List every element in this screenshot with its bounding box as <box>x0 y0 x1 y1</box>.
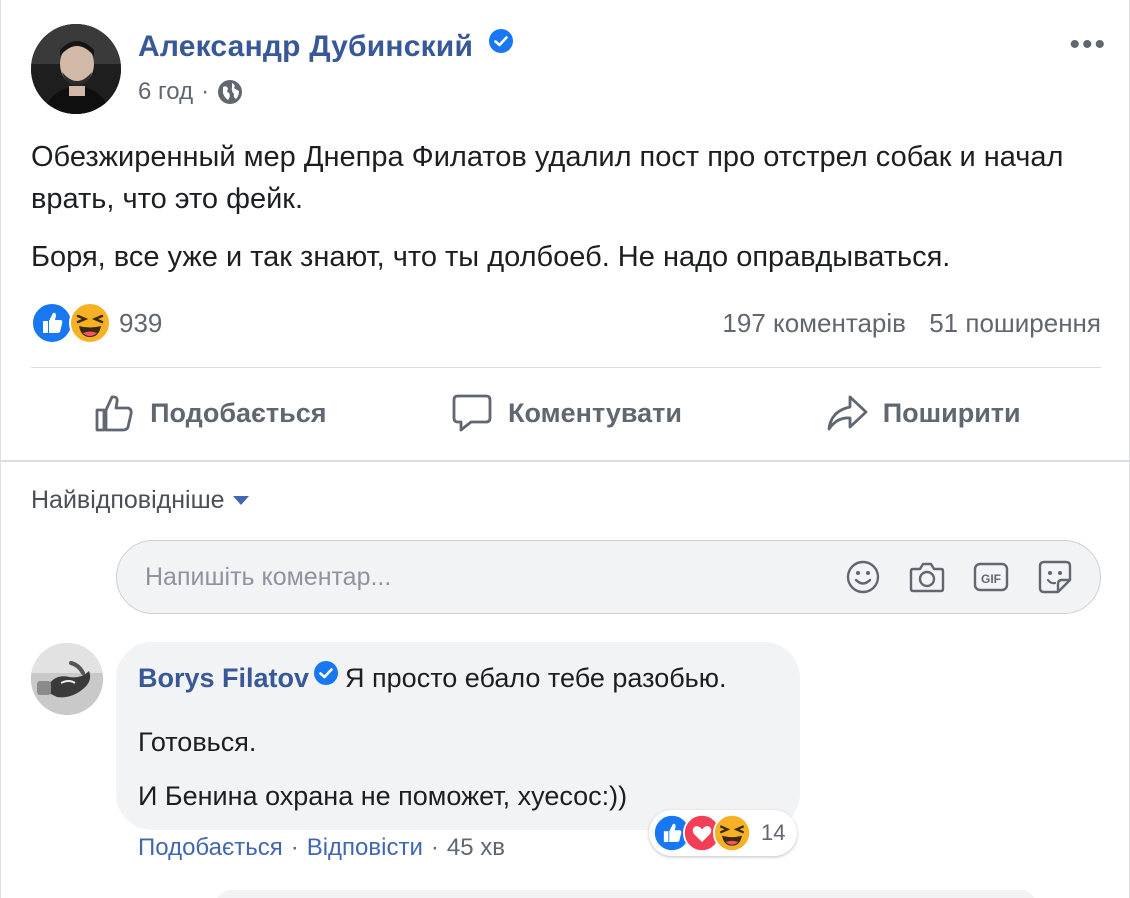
post-paragraph-1: Обезжиренный мер Днепра Филатов удалил п… <box>31 141 1064 215</box>
like-button[interactable]: Подобається <box>31 380 388 446</box>
haha-reaction-icon <box>713 814 751 852</box>
post-actions: Подобається Коментувати Поширити <box>31 380 1101 446</box>
comment-button[interactable]: Коментувати <box>388 380 745 446</box>
comment-sort-dropdown[interactable]: Найвідповідніше <box>31 486 249 515</box>
share-button-label: Поширити <box>882 397 1021 428</box>
comment-actions-separator: · <box>430 834 439 861</box>
gif-icon[interactable]: GIF <box>972 558 1010 596</box>
post-time[interactable]: 6 год <box>138 78 193 106</box>
haha-reaction-icon <box>69 302 111 344</box>
next-reply-bubble <box>216 890 1036 898</box>
comment-reply-link[interactable]: Відповісти <box>307 834 423 862</box>
post-meta: 6 год · <box>138 78 243 106</box>
comment-time[interactable]: 45 хв <box>447 834 505 862</box>
author-avatar[interactable] <box>31 24 121 114</box>
svg-text:GIF: GIF <box>981 572 1001 586</box>
comment-bubble: Borys Filatov Я просто ебало тебе разобью… <box>116 642 800 830</box>
post-paragraph-2: Боря, все уже и так знают, что ты долбое… <box>31 241 951 273</box>
author-name[interactable]: Александр Дубинский <box>138 28 514 65</box>
comment-icon <box>450 391 508 435</box>
comment-like-link[interactable]: Подобається <box>138 834 283 862</box>
commenter-avatar[interactable] <box>31 643 103 715</box>
comment-text-2: Готовься. <box>138 726 257 757</box>
comment-actions-separator: · <box>290 834 299 861</box>
share-icon <box>825 391 883 435</box>
post-card: Александр Дубинский 6 год · ••• Обезжире… <box>0 0 1130 898</box>
thumbs-up-icon <box>92 391 150 435</box>
post-text: Обезжиренный мер Днепра Филатов удалил п… <box>31 136 1101 294</box>
reactions-summary: 939 197 коментарів 51 поширення <box>31 300 1101 346</box>
share-button[interactable]: Поширити <box>744 380 1101 446</box>
comment-input-placeholder[interactable]: Напишіть коментар... <box>145 563 818 592</box>
verified-badge-icon <box>488 28 514 62</box>
shares-count[interactable]: 51 поширення <box>929 308 1101 338</box>
globe-icon <box>217 79 243 105</box>
comment-button-label: Коментувати <box>508 397 682 428</box>
divider <box>31 367 1101 368</box>
verified-badge-icon <box>313 657 339 697</box>
comment-actions: Подобається · Відповісти · 45 хв <box>138 834 505 862</box>
comment-reaction-count: 14 <box>761 820 786 845</box>
comment-input-icons: GIF <box>818 558 1074 596</box>
like-reaction-icon <box>31 302 73 344</box>
caret-down-icon <box>232 496 249 505</box>
meta-separator: · <box>201 78 210 105</box>
reaction-count[interactable]: 939 <box>119 308 162 339</box>
sort-label: Найвідповідніше <box>31 486 225 514</box>
comment-input[interactable]: Напишіть коментар... GIF <box>116 540 1101 614</box>
comment-first-line: Borys Filatov Я просто ебало тебе разобью… <box>138 658 778 700</box>
author-name-text[interactable]: Александр Дубинский <box>138 30 473 63</box>
comment-text-1: Я просто ебало тебе разобью. <box>345 663 727 693</box>
commenter-name[interactable]: Borys Filatov <box>138 663 309 693</box>
more-options-button[interactable]: ••• <box>1069 30 1107 60</box>
camera-icon[interactable] <box>908 558 946 596</box>
reactions-right: 197 коментарів 51 поширення <box>722 308 1101 339</box>
section-divider <box>1 460 1130 462</box>
like-button-label: Подобається <box>150 397 327 428</box>
reactions-left[interactable]: 939 <box>31 302 162 344</box>
comments-count[interactable]: 197 коментарів <box>722 308 906 338</box>
sticker-icon[interactable] <box>1036 558 1074 596</box>
emoji-icon[interactable] <box>844 558 882 596</box>
comment-reactions[interactable]: 14 <box>649 810 798 856</box>
